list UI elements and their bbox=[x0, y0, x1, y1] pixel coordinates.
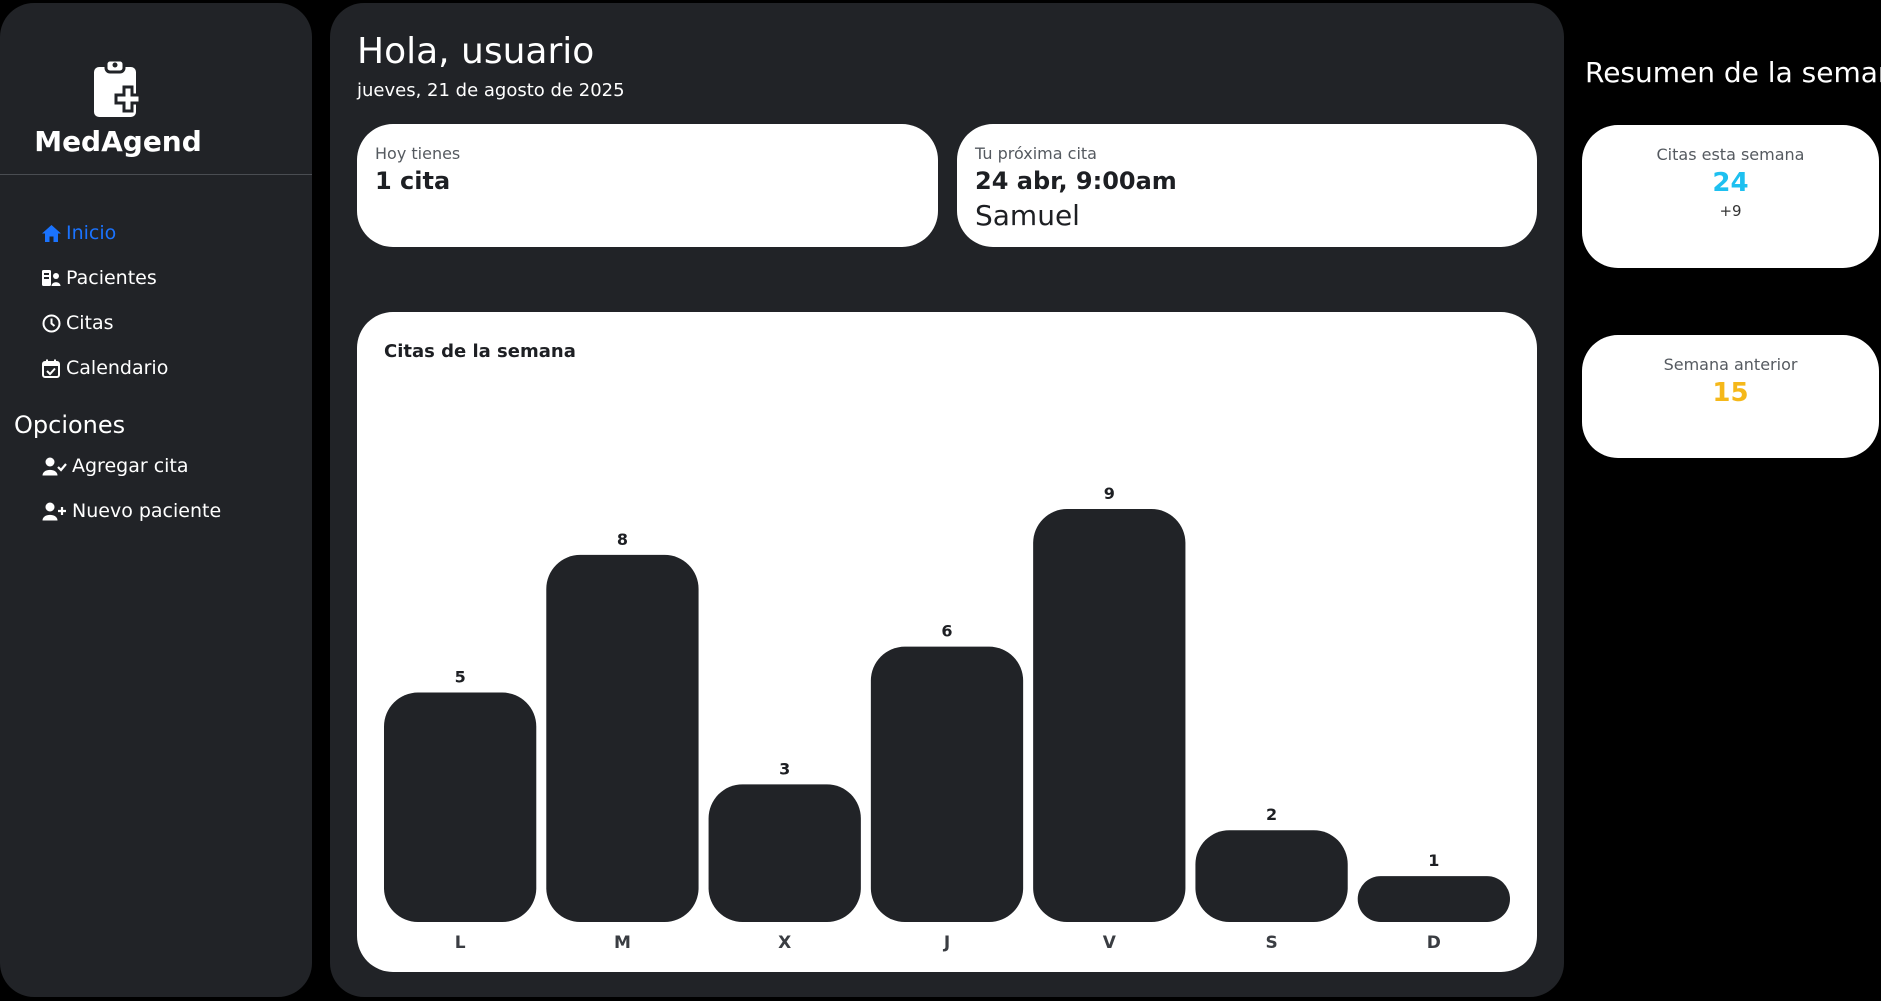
next-appointment-label: Tu próxima cita bbox=[975, 144, 1097, 163]
week-summary-delta: +9 bbox=[1719, 202, 1742, 220]
user-check-icon bbox=[40, 455, 68, 477]
option-agregar-cita[interactable]: Agregar cita bbox=[40, 452, 189, 480]
sidebar-item-calendario[interactable]: Calendario bbox=[40, 354, 168, 382]
chart-value-label: 3 bbox=[779, 759, 790, 778]
calendar-check-icon bbox=[40, 357, 62, 379]
chart-bar-S bbox=[1195, 830, 1348, 922]
chart-x-tick-label: D bbox=[1427, 933, 1441, 953]
chart-value-label: 2 bbox=[1266, 805, 1277, 824]
sidebar-item-citas[interactable]: Citas bbox=[40, 309, 114, 337]
page-title: Hola, usuario bbox=[357, 31, 595, 72]
sidebar-divider bbox=[0, 174, 312, 175]
previous-week-value: 15 bbox=[1712, 378, 1749, 408]
chart-x-tick-label: M bbox=[614, 933, 631, 953]
option-label: Nuevo paciente bbox=[72, 500, 222, 522]
today-value: 1 cita bbox=[375, 167, 451, 195]
week-summary-value: 24 bbox=[1712, 168, 1749, 198]
sidebar-item-label: Pacientes bbox=[66, 267, 157, 289]
chart-bar-X bbox=[708, 784, 861, 922]
next-appointment-patient: Samuel bbox=[975, 199, 1080, 232]
chart-bar-J bbox=[870, 646, 1024, 922]
week-summary-card: Citas esta semana 24 +9 bbox=[1582, 125, 1879, 268]
summary-title: Resumen de la semana bbox=[1585, 56, 1881, 89]
chart-bar-L bbox=[384, 692, 537, 922]
week-summary-label: Citas esta semana bbox=[1656, 145, 1805, 164]
chart-value-label: 8 bbox=[617, 530, 628, 549]
chart-value-label: 5 bbox=[455, 668, 466, 687]
clipboard-medical-icon bbox=[94, 58, 142, 117]
sidebar-item-pacientes[interactable]: Pacientes bbox=[40, 264, 157, 292]
sidebar-item-label: Inicio bbox=[66, 222, 117, 244]
chart-x-tick-label: X bbox=[778, 933, 791, 953]
main-panel: Hola, usuario jueves, 21 de agosto de 20… bbox=[330, 3, 1564, 997]
chart-x-tick-label: J bbox=[943, 933, 950, 953]
chart-bar-V bbox=[1033, 509, 1186, 922]
sidebar-item-label: Citas bbox=[66, 312, 114, 334]
next-appointment-time: 24 abr, 9:00am bbox=[975, 167, 1177, 195]
current-date: jueves, 21 de agosto de 2025 bbox=[357, 80, 625, 101]
chart-value-label: 6 bbox=[941, 622, 952, 641]
chart-bar-D bbox=[1357, 876, 1510, 922]
chart-value-label: 1 bbox=[1428, 851, 1439, 870]
previous-week-card: Semana anterior 15 bbox=[1582, 335, 1879, 458]
chart-bar-M bbox=[546, 554, 699, 922]
today-label: Hoy tienes bbox=[375, 144, 461, 163]
chart-x-tick-label: S bbox=[1265, 933, 1277, 953]
options-heading: Opciones bbox=[14, 411, 126, 439]
chart-x-tick-label: V bbox=[1103, 933, 1117, 953]
sidebar-item-inicio[interactable]: Inicio bbox=[40, 219, 116, 247]
home-icon bbox=[40, 222, 62, 244]
option-label: Agregar cita bbox=[72, 455, 189, 477]
weekly-chart-card: Citas de la semana 5L8M3X6J9V2S1D bbox=[357, 312, 1537, 972]
patient-id-icon bbox=[40, 267, 62, 289]
next-appointment-card: Tu próxima cita 24 abr, 9:00am Samuel bbox=[957, 124, 1537, 247]
sidebar-item-label: Calendario bbox=[66, 357, 169, 379]
option-nuevo-paciente[interactable]: Nuevo paciente bbox=[40, 497, 221, 525]
clock-icon bbox=[40, 312, 62, 334]
logo[interactable]: MedAgend bbox=[0, 57, 236, 158]
today-card: Hoy tienes 1 cita bbox=[357, 124, 938, 247]
chart-value-label: 9 bbox=[1104, 484, 1115, 503]
app-name: MedAgend bbox=[34, 125, 202, 158]
previous-week-label: Semana anterior bbox=[1663, 355, 1798, 374]
user-plus-icon bbox=[40, 500, 68, 522]
weekly-bar-chart: 5 L 8 M 3 X 6 J 9 V 2 S 1 D bbox=[384, 484, 1510, 953]
sidebar: MedAgend Inicio Pacientes Citas Calendar… bbox=[0, 3, 312, 997]
chart-x-tick-label: L bbox=[455, 933, 466, 953]
